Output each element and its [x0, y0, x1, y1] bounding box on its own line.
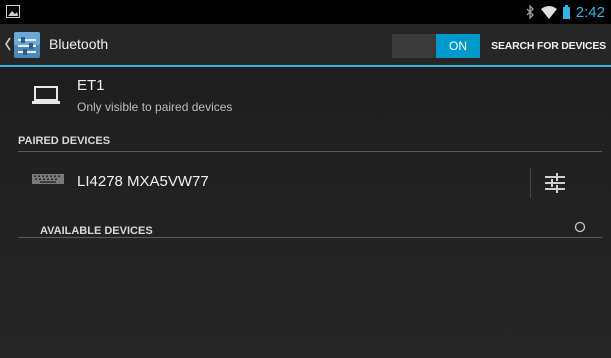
- section-divider: [18, 151, 602, 152]
- clock: 2:42: [575, 3, 605, 21]
- row-divider: [530, 168, 531, 198]
- search-for-devices-button[interactable]: SEARCH FOR DEVICES: [491, 40, 606, 52]
- action-bar: Bluetooth ON SEARCH FOR DEVICES: [0, 24, 611, 67]
- settings-app-icon[interactable]: [13, 31, 41, 59]
- battery-icon: [562, 5, 570, 19]
- paired-device-name: LI4278 MXA5VW77: [77, 173, 209, 190]
- this-device-row[interactable]: ET1 Only visible to paired devices: [0, 67, 611, 119]
- status-bar: 2:42: [0, 0, 611, 24]
- chevron-left-icon[interactable]: [4, 37, 12, 51]
- device-name: ET1: [77, 77, 105, 94]
- paired-devices-header: PAIRED DEVICES: [18, 135, 111, 147]
- section-divider: [18, 237, 602, 238]
- bluetooth-toggle[interactable]: ON: [392, 34, 480, 58]
- device-settings-icon[interactable]: [543, 171, 567, 195]
- toggle-off-track: [392, 34, 436, 58]
- bluetooth-icon: [526, 5, 534, 19]
- status-icons: 2:42: [525, 0, 605, 24]
- page-title: Bluetooth: [49, 36, 109, 52]
- scanning-spinner-icon: [574, 221, 586, 233]
- wifi-icon: [540, 5, 557, 19]
- toggle-on-thumb: ON: [436, 34, 480, 58]
- laptop-icon: [32, 86, 60, 104]
- available-devices-header: AVAILABLE DEVICES: [40, 225, 153, 237]
- bluetooth-settings-list: ET1 Only visible to paired devices PAIRE…: [0, 67, 611, 358]
- device-visibility: Only visible to paired devices: [77, 100, 233, 114]
- gallery-icon: [6, 5, 20, 18]
- keyboard-icon: [32, 174, 64, 184]
